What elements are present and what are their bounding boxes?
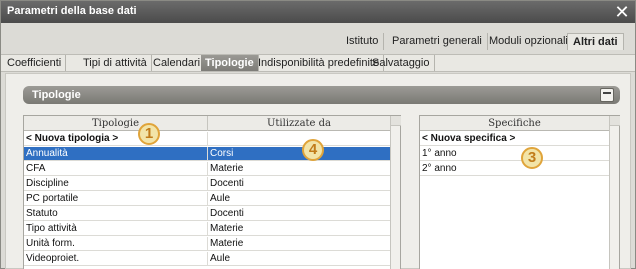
cell-tipologia: < Nuova tipologia >	[24, 132, 208, 146]
window-title: Parametri della base dati	[7, 5, 137, 17]
eraser-icon[interactable]	[600, 88, 614, 102]
cell-utilizzate-da: Aule	[208, 252, 391, 266]
close-icon[interactable]: ✕	[613, 1, 631, 23]
bottom-tab-strip: Coefficienti Tipi di attività Calendari …	[1, 54, 635, 72]
column-header-specifiche[interactable]: Specifiche	[420, 116, 610, 131]
column-header-tipologie[interactable]: Tipologie	[24, 116, 208, 131]
cell-tipologia: Unità form.	[24, 237, 208, 251]
cell-tipologia: Annualità	[24, 147, 208, 161]
tab-altri-dati[interactable]: Altri dati	[567, 33, 624, 50]
tab-moduli-opzionali[interactable]: Moduli opzionali	[484, 33, 574, 50]
table-row[interactable]: < Nuova tipologia >	[24, 132, 391, 146]
cell-utilizzate-da: Corsi	[208, 147, 391, 161]
table-row[interactable]: PC portatile Aule	[24, 192, 391, 206]
vertical-scrollbar[interactable]	[390, 116, 401, 269]
callout-badge-1: 1	[138, 123, 160, 145]
tab-calendari[interactable]: Calendari	[149, 55, 206, 71]
cell-tipologia: Discipline	[24, 177, 208, 191]
section-header: Tipologie	[23, 86, 620, 104]
cell-specifica: < Nuova specifica >	[420, 132, 610, 146]
tab-salvataggio[interactable]: Salvataggio	[368, 55, 435, 71]
cell-utilizzate-da: Materie	[208, 222, 391, 236]
table-row[interactable]: Discipline Docenti	[24, 177, 391, 191]
cell-specifica: 2° anno	[420, 162, 610, 176]
cell-tipologia: CFA	[24, 162, 208, 176]
table-row[interactable]: Statuto Docenti	[24, 207, 391, 221]
table-row[interactable]: < Nuova specifica >	[420, 132, 610, 146]
cell-tipologia: Statuto	[24, 207, 208, 221]
cell-tipologia: Videoproiet.	[24, 252, 208, 266]
tab-coefficienti[interactable]: Coefficienti	[3, 55, 67, 71]
tab-istituto[interactable]: Istituto	[341, 33, 385, 50]
column-header-utilizzate-da[interactable]: Utilizzate da	[208, 116, 391, 131]
tab-tipologie[interactable]: Tipologie	[201, 55, 259, 71]
cell-tipologia: Tipo attività	[24, 222, 208, 236]
settings-window: Parametri della base dati ✕ Istituto Par…	[0, 0, 636, 269]
table-header: Specifiche	[420, 116, 610, 131]
table-row[interactable]: Videoproiet. Aule	[24, 252, 391, 266]
vertical-scrollbar[interactable]	[609, 116, 620, 269]
table-row[interactable]: CFA Materie	[24, 162, 391, 176]
callout-badge-4: 4	[302, 139, 324, 161]
cell-utilizzate-da: Docenti	[208, 177, 391, 191]
section-title: Tipologie	[32, 89, 81, 101]
specifiche-table: Specifiche < Nuova specifica >1° anno 2° …	[419, 115, 620, 269]
cell-utilizzate-da: Aule	[208, 192, 391, 206]
cell-specifica: 1° anno	[420, 147, 610, 161]
tipologie-panel: Tipologie Tipologie Utilizzate da < Nuov…	[5, 73, 631, 269]
callout-badge-3: 3	[521, 147, 543, 169]
table-row[interactable]: 1° anno	[420, 147, 610, 161]
table-row[interactable]: Annualità Corsi	[24, 147, 391, 161]
table-header: Tipologie Utilizzate da	[24, 116, 391, 131]
tipologie-table: Tipologie Utilizzate da < Nuova tipologi…	[23, 115, 401, 269]
tab-indisponibilita-predefinite[interactable]: Indisponibilità predefinite	[254, 55, 385, 71]
cell-utilizzate-da: Materie	[208, 237, 391, 251]
scroll-up-icon[interactable]	[391, 116, 401, 126]
cell-tipologia: PC portatile	[24, 192, 208, 206]
tab-parametri-generali[interactable]: Parametri generali	[387, 33, 488, 50]
table-row[interactable]: Tipo attività Materie	[24, 222, 391, 236]
title-bar: Parametri della base dati ✕	[1, 1, 635, 23]
cell-utilizzate-da	[208, 132, 391, 146]
top-tab-strip: Istituto Parametri generali Moduli opzio…	[1, 33, 635, 50]
table-row[interactable]: 2° anno	[420, 162, 610, 176]
table-row[interactable]: Unità form. Materie	[24, 237, 391, 251]
tab-tipi-attivita[interactable]: Tipi di attività	[79, 55, 152, 71]
cell-utilizzate-da: Docenti	[208, 207, 391, 221]
cell-utilizzate-da: Materie	[208, 162, 391, 176]
scroll-up-icon[interactable]	[610, 116, 620, 126]
